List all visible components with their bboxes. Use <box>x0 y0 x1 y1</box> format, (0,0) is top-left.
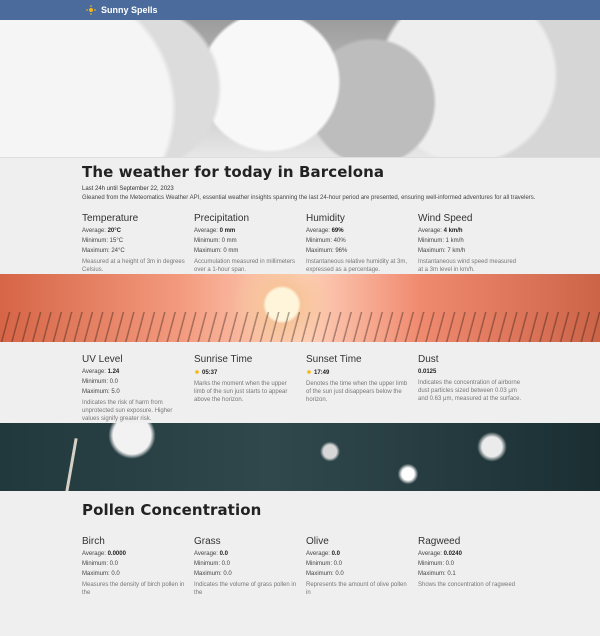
maximum-value: Maximum: 24°C <box>82 248 125 254</box>
pollen-section: Pollen Concentration Birch Average: 0.00… <box>0 501 600 597</box>
dust-card: Dust 0.0125 Indicates the concentration … <box>418 354 530 423</box>
card-title: UV Level <box>82 354 123 365</box>
card-note: Indicates the volume of grass pollen in … <box>194 582 297 596</box>
olive-card: Olive Average: 0.0 Minimum: 0.0 Maximum:… <box>306 536 418 597</box>
minimum-value: Minimum: 0.0 <box>82 379 119 385</box>
average-value: Average: 69% <box>306 228 344 234</box>
card-title: Humidity <box>306 213 345 224</box>
card-note: Accumulation measured in millimeters ove… <box>194 259 296 273</box>
secondary-cards: UV Level Average: 1.24 Minimum: 0.0 Maxi… <box>82 354 600 423</box>
average-value: Average: 0.0000 <box>82 551 126 557</box>
card-note: Measures the density of birch pollen in … <box>82 582 185 596</box>
card-note: Shows the concentration of ragweed <box>418 582 516 588</box>
minimum-value: Minimum: 0.0 <box>418 561 455 567</box>
grass-card: Grass Average: 0.0 Minimum: 0.0 Maximum:… <box>194 536 306 597</box>
sunset-card: Sunset Time 17:49 Denotes the time when … <box>306 354 418 423</box>
card-title: Temperature <box>82 213 139 224</box>
maximum-value: Maximum: 0 mm <box>194 248 239 254</box>
card-title: Dust <box>418 354 439 365</box>
card-note: Represents the amount of olive pollen in <box>306 582 407 596</box>
card-title: Grass <box>194 536 221 547</box>
average-value: Average: 0.0 <box>194 551 228 557</box>
card-title: Ragweed <box>418 536 461 547</box>
average-value: Average: 0.0 <box>306 551 340 557</box>
minimum-value: Minimum: 0 mm <box>194 238 237 244</box>
minimum-value: Minimum: 0.0 <box>306 561 343 567</box>
top-navbar: Sunny Spells <box>0 0 600 20</box>
card-note: Denotes the time when the upper limb of … <box>306 381 408 403</box>
minimum-value: Minimum: 0.0 <box>82 561 119 567</box>
card-title: Sunrise Time <box>194 354 253 365</box>
sunset-banner-image <box>0 274 600 342</box>
dandelion-banner-image <box>0 423 600 491</box>
sun-dust-section: UV Level Average: 1.24 Minimum: 0.0 Maxi… <box>0 354 600 423</box>
date-range: Last 24h until September 22, 2023 <box>82 186 174 192</box>
maximum-value: Maximum: 0.1 <box>418 571 456 577</box>
card-note: Indicates the concentration of airborne … <box>418 380 522 402</box>
minimum-value: Minimum: 0.0 <box>194 561 231 567</box>
average-value: Average: 0 mm <box>194 228 236 234</box>
maximum-value: Maximum: 0.0 <box>194 571 232 577</box>
sun-icon <box>86 5 96 15</box>
card-note: Indicates the risk of harm from unprotec… <box>82 400 173 422</box>
average-value: Average: 20°C <box>82 228 121 234</box>
card-title: Precipitation <box>194 213 250 224</box>
sun-icon <box>194 369 200 375</box>
card-note: Instantaneous relative humidity at 3m, e… <box>306 259 408 273</box>
dust-value: 0.0125 <box>418 369 437 375</box>
weather-cards: Temperature Average: 20°C Minimum: 15°C … <box>82 213 600 274</box>
hero-clouds-image <box>0 20 600 158</box>
pollen-cards: Birch Average: 0.0000 Minimum: 0.0 Maxim… <box>82 536 600 597</box>
brand-link[interactable]: Sunny Spells <box>86 5 158 15</box>
maximum-value: Maximum: 96% <box>306 248 348 254</box>
sunrise-card: Sunrise Time 05:37 Marks the moment when… <box>194 354 306 423</box>
page-description: Gleaned from the Meteomatics Weather API… <box>82 195 536 201</box>
card-note: Measured at a height of 3m in degrees Ce… <box>82 259 185 273</box>
minimum-value: Minimum: 40% <box>306 238 346 244</box>
uv-level-card: UV Level Average: 1.24 Minimum: 0.0 Maxi… <box>82 354 194 423</box>
card-title: Sunset Time <box>306 354 362 365</box>
pollen-title: Pollen Concentration <box>82 501 262 519</box>
maximum-value: Maximum: 0.0 <box>82 571 120 577</box>
brand-text: Sunny Spells <box>101 5 158 15</box>
minimum-value: Minimum: 15°C <box>82 238 124 244</box>
temperature-card: Temperature Average: 20°C Minimum: 15°C … <box>82 213 194 274</box>
average-value: Average: 4 km/h <box>418 228 463 234</box>
sun-icon <box>306 369 312 375</box>
humidity-card: Humidity Average: 69% Minimum: 40% Maxim… <box>306 213 418 274</box>
birch-card: Birch Average: 0.0000 Minimum: 0.0 Maxim… <box>82 536 194 597</box>
sunrise-time: 05:37 <box>194 369 306 376</box>
maximum-value: Maximum: 0.0 <box>306 571 344 577</box>
card-title: Olive <box>306 536 329 547</box>
ragweed-card: Ragweed Average: 0.0240 Minimum: 0.0 Max… <box>418 536 530 597</box>
precipitation-card: Precipitation Average: 0 mm Minimum: 0 m… <box>194 213 306 274</box>
weather-section: The weather for today in Barcelona Last … <box>0 163 600 274</box>
maximum-value: Maximum: 5.0 <box>82 389 120 395</box>
page-title: The weather for today in Barcelona <box>82 163 385 181</box>
minimum-value: Minimum: 1 km/h <box>418 238 464 244</box>
maximum-value: Maximum: 7 km/h <box>418 248 466 254</box>
card-title: Wind Speed <box>418 213 473 224</box>
average-value: Average: 0.0240 <box>418 551 462 557</box>
card-note: Marks the moment when the upper limb of … <box>194 381 288 403</box>
card-title: Birch <box>82 536 105 547</box>
card-note: Instantaneous wind speed measured at a 3… <box>418 259 517 273</box>
average-value: Average: 1.24 <box>82 369 120 375</box>
sunset-time: 17:49 <box>306 369 418 376</box>
wind-speed-card: Wind Speed Average: 4 km/h Minimum: 1 km… <box>418 213 530 274</box>
